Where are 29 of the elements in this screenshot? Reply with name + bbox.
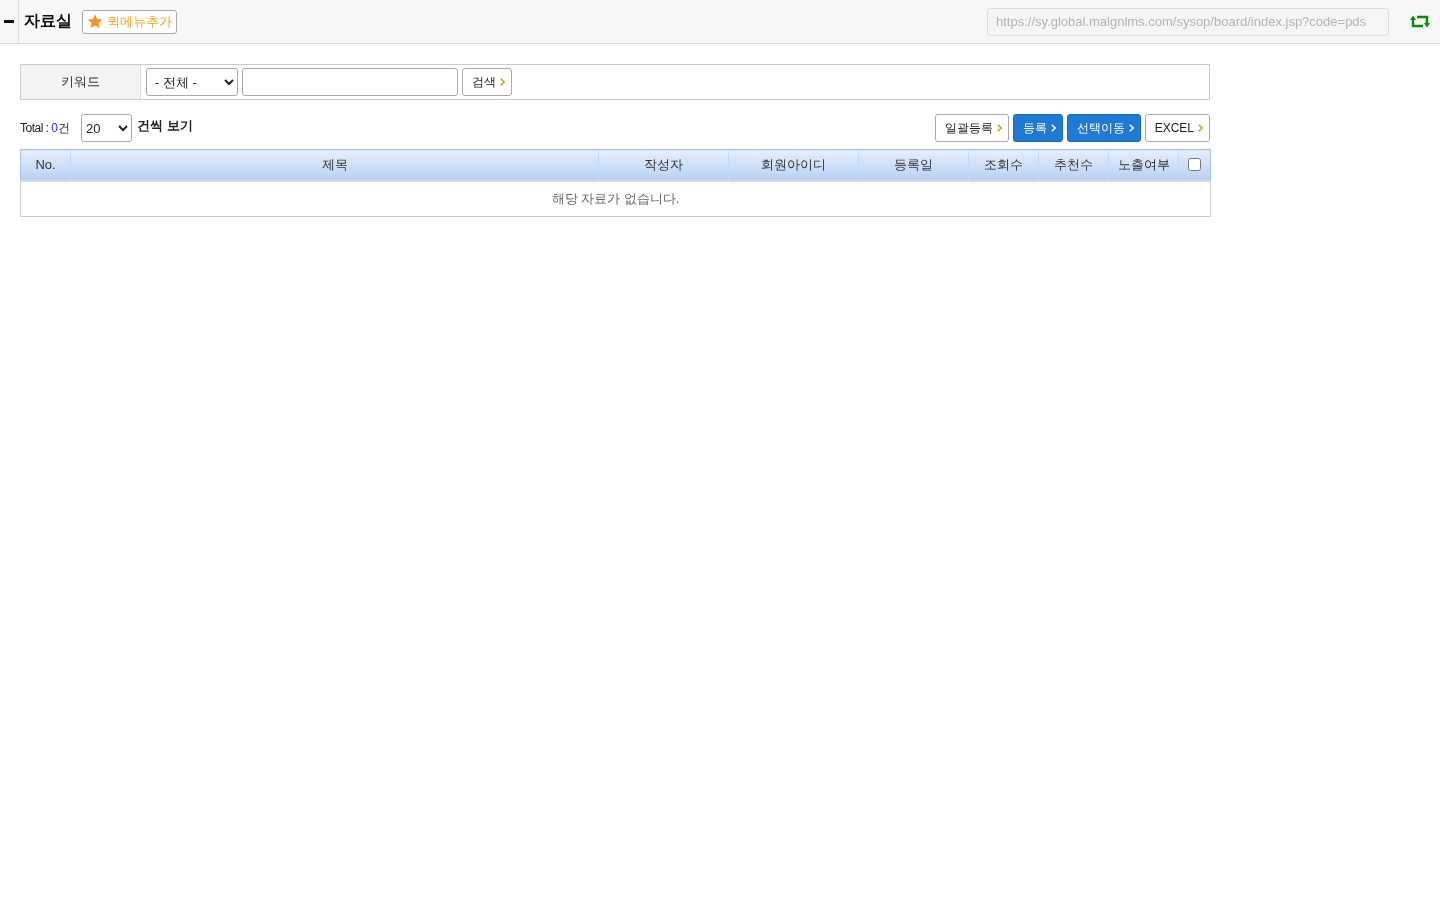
- chevron-icon: [1128, 124, 1134, 132]
- keyword-label: 키워드: [21, 65, 141, 99]
- action-button[interactable]: 등록: [1012, 114, 1063, 142]
- column-header: 작성자: [598, 149, 729, 181]
- chevron-icon: [1050, 124, 1056, 132]
- column-header: No.: [20, 149, 71, 181]
- total-count-text: Total : 0건: [20, 119, 70, 137]
- action-button[interactable]: EXCEL: [1144, 114, 1210, 142]
- scope-select[interactable]: - 전체 -: [146, 68, 238, 96]
- column-header: 노출여부: [1108, 149, 1179, 181]
- page-title: 자료실: [24, 11, 72, 31]
- column-header: 조회수: [968, 149, 1039, 181]
- chevron-icon: [1198, 124, 1203, 132]
- chevron-icon: [996, 124, 1002, 132]
- repeat-arrows-icon[interactable]: [1410, 14, 1430, 29]
- action-button[interactable]: 일괄등록: [934, 114, 1009, 142]
- page-size-select[interactable]: 20: [81, 114, 133, 142]
- column-header: 회원아이디: [728, 149, 859, 181]
- page-size-label: 건씩 보기: [137, 117, 193, 135]
- action-button[interactable]: 선택이동: [1066, 114, 1141, 142]
- column-header: 등록일: [858, 149, 969, 181]
- select-all-checkbox[interactable]: [1188, 158, 1201, 172]
- column-header: 제목: [70, 149, 599, 181]
- search-button[interactable]: 검색: [462, 68, 512, 96]
- column-header: 추천수: [1038, 149, 1109, 181]
- chevron-icon: [500, 78, 505, 86]
- empty-message: 해당 자료가 없습니다.: [20, 180, 1211, 217]
- keyword-field[interactable]: [242, 68, 458, 96]
- star-icon: [87, 14, 103, 29]
